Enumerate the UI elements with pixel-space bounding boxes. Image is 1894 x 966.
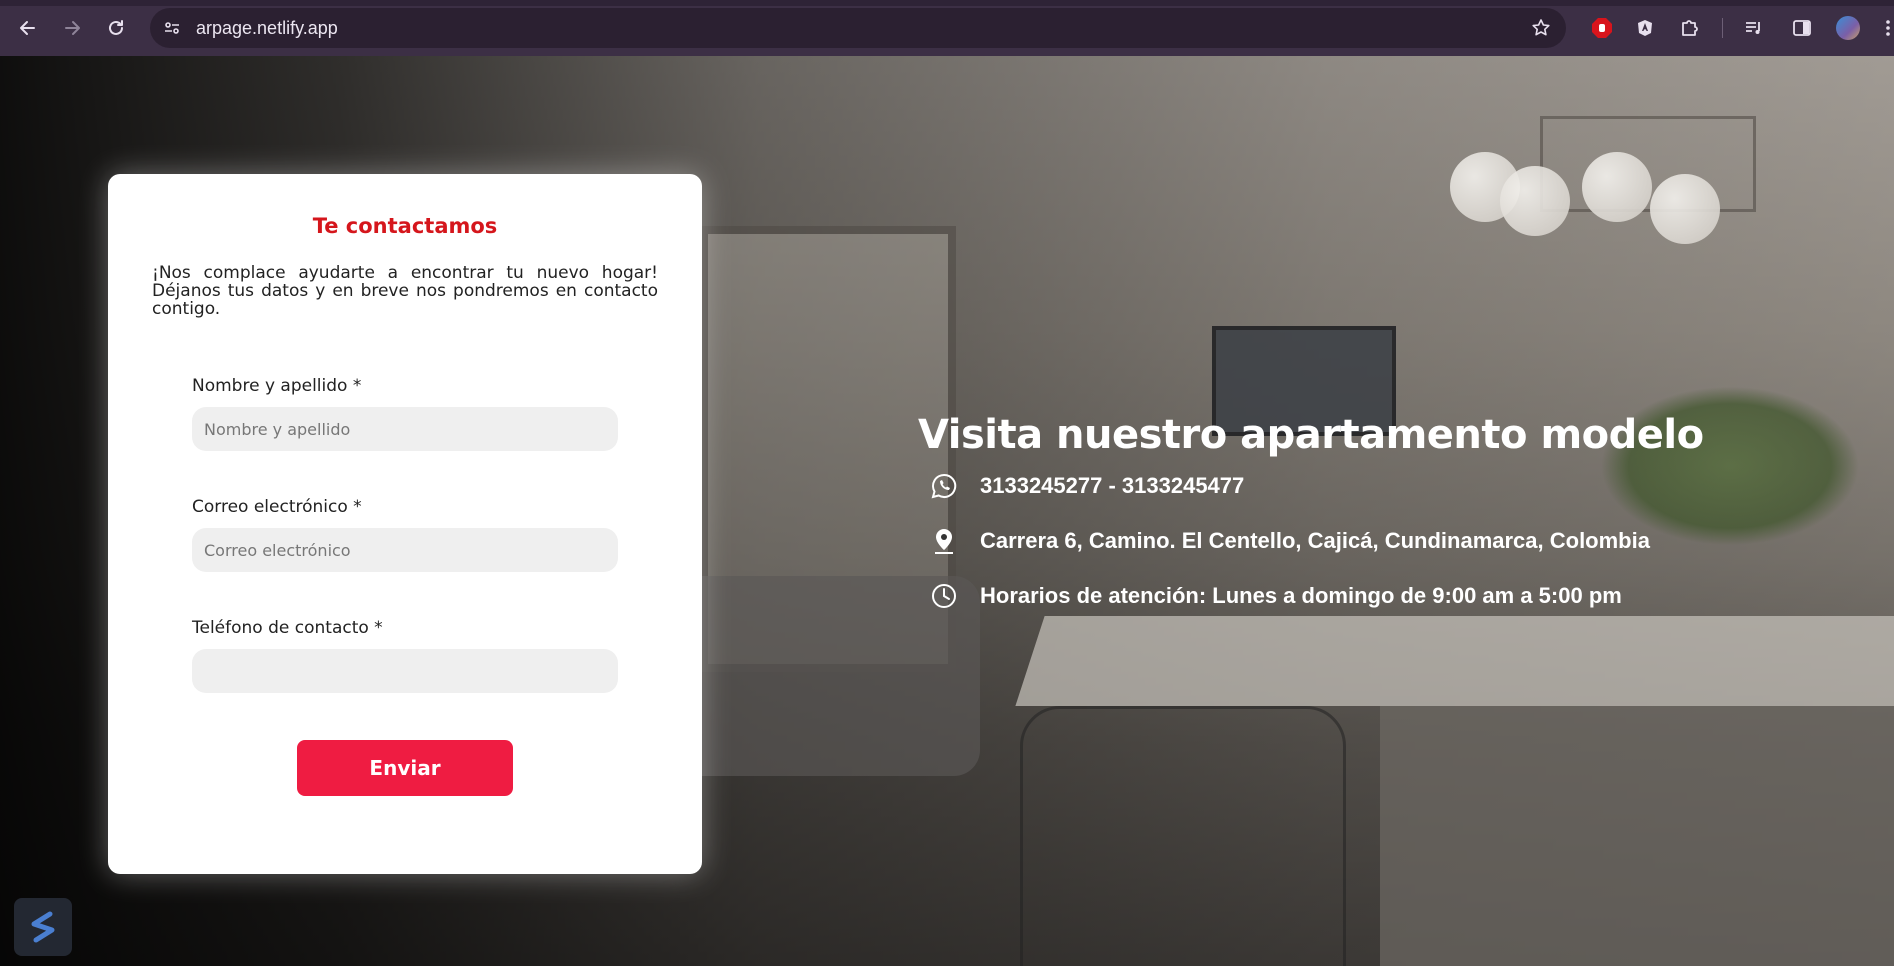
whatsapp-icon	[930, 472, 958, 500]
form-intro: ¡Nos complace ayudarte a encontrar tu nu…	[152, 263, 658, 319]
phone-input[interactable]	[192, 649, 618, 693]
extensions-puzzle-icon[interactable]	[1676, 14, 1704, 42]
arrow-left-icon	[20, 21, 35, 35]
forward-button[interactable]	[56, 12, 88, 44]
form-title: Te contactamos	[312, 214, 498, 238]
floating-widget-button[interactable]	[14, 898, 72, 956]
browser-toolbar: arpage.netlify.app	[0, 0, 1894, 56]
contact-form-card: Te contactamos ¡Nos complace ayudarte a …	[108, 174, 702, 874]
lamp-decor	[1500, 166, 1570, 236]
s-logo-icon	[31, 911, 55, 943]
location-pin-icon	[930, 527, 958, 555]
email-input[interactable]	[192, 528, 618, 572]
landing-page: Visita nuestro apartamento modelo 313324…	[0, 56, 1894, 966]
lamp-decor	[1650, 174, 1720, 244]
info-hours-row: Horarios de atención: Lunes a domingo de…	[930, 582, 1622, 610]
plant-decor	[1600, 386, 1860, 546]
bookmark-star-icon[interactable]	[1530, 17, 1552, 39]
arrow-right-icon	[65, 21, 80, 35]
address-bar[interactable]: arpage.netlify.app	[150, 8, 1566, 48]
chairs-decor	[1020, 706, 1346, 966]
url-text: arpage.netlify.app	[196, 18, 338, 38]
info-address-row: Carrera 6, Camino. El Centello, Cajicá, …	[930, 527, 1650, 555]
angular-extension-icon[interactable]	[1631, 14, 1659, 42]
back-button[interactable]	[12, 12, 44, 44]
side-panel-icon[interactable]	[1788, 14, 1816, 42]
info-phone-row: 3133245277 - 3133245477	[930, 472, 1244, 500]
reload-button[interactable]	[100, 12, 132, 44]
name-input[interactable]	[192, 407, 618, 451]
submit-button[interactable]: Enviar	[297, 740, 513, 796]
counter-decor	[1015, 616, 1894, 706]
counter-base-decor	[1380, 706, 1894, 966]
lamp-decor	[1582, 152, 1652, 222]
info-title: Visita nuestro apartamento modelo	[918, 412, 1704, 458]
clock-icon	[930, 582, 958, 610]
email-label: Correo electrónico *	[192, 497, 362, 517]
toolbar-divider	[1722, 18, 1723, 38]
adblock-extension-icon[interactable]	[1588, 14, 1616, 42]
media-controls-icon[interactable]	[1740, 14, 1768, 42]
tab-strip	[0, 0, 1894, 6]
reload-icon	[109, 20, 123, 35]
info-address: Carrera 6, Camino. El Centello, Cajicá, …	[980, 528, 1650, 553]
info-hours: Horarios de atención: Lunes a domingo de…	[980, 583, 1622, 608]
menu-icon[interactable]	[1874, 14, 1894, 42]
name-label: Nombre y apellido *	[192, 376, 362, 396]
phone-label: Teléfono de contacto *	[192, 618, 383, 638]
info-phones: 3133245277 - 3133245477	[980, 473, 1245, 498]
avatar	[1836, 16, 1860, 40]
profile-avatar[interactable]	[1834, 14, 1862, 42]
site-settings-icon[interactable]	[162, 18, 182, 38]
